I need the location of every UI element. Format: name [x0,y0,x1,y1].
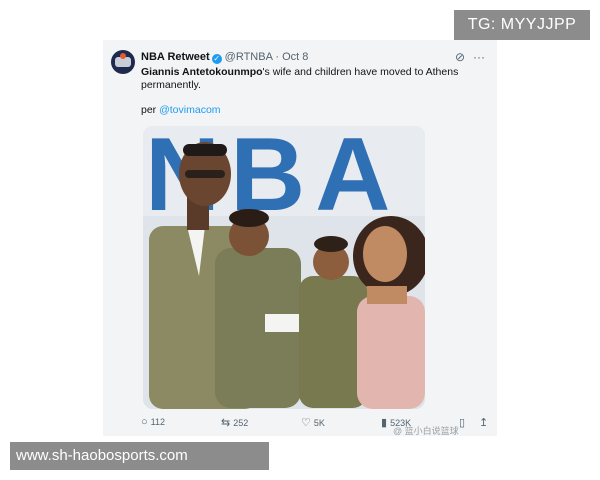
grok-icon[interactable]: ⊘ [455,50,465,64]
share-icon: ↥ [479,417,489,429]
reply-count: 112 [150,417,166,427]
tweet-date[interactable]: · Oct 8 [275,51,308,63]
source-label: per [141,104,157,116]
verified-badge-icon: ✓ [211,54,222,64]
source-link[interactable]: @tovimacom [159,104,220,116]
tweet-card[interactable]: NBA Retweet ✓ @RTNBA · Oct 8 ⊘ ··· Giannis … [103,40,497,436]
account-name[interactable]: NBA Retweet [141,51,210,63]
views-chart-icon: ▮ [381,417,388,429]
image-watermark: @ 篮小白说篮球 [393,426,459,436]
like-count: 5K [313,418,325,428]
bookmark-button[interactable]: ▯ [459,416,468,429]
telegram-tag: TG: MYYJJPP [454,10,590,40]
tweet-photo[interactable]: NBA [143,126,425,409]
heart-icon: ♡ [301,417,311,429]
retweet-button[interactable]: ⇆ 252 [221,416,248,429]
tweet-text: Giannis Antetokounmpo's wife and childre… [141,66,481,92]
site-url-banner: www.sh-haobosports.com [10,442,269,470]
tweet-text-subject[interactable]: Giannis Antetokounmpo [141,66,263,78]
reply-button[interactable]: ○ 112 [141,416,165,428]
tweet-source: per @tovimacom [141,104,221,116]
family-photo-illustration: NBA [143,126,425,409]
reply-icon: ○ [141,416,148,428]
account-avatar[interactable] [111,50,135,74]
retweet-count: 252 [233,418,249,428]
share-button[interactable]: ↥ [479,416,491,429]
retweet-icon: ⇆ [221,417,231,429]
more-options-icon[interactable]: ··· [473,50,485,64]
account-handle[interactable]: @RTNBA [225,51,273,63]
like-button[interactable]: ♡ 5K [301,416,325,429]
bookmark-icon: ▯ [459,417,466,429]
